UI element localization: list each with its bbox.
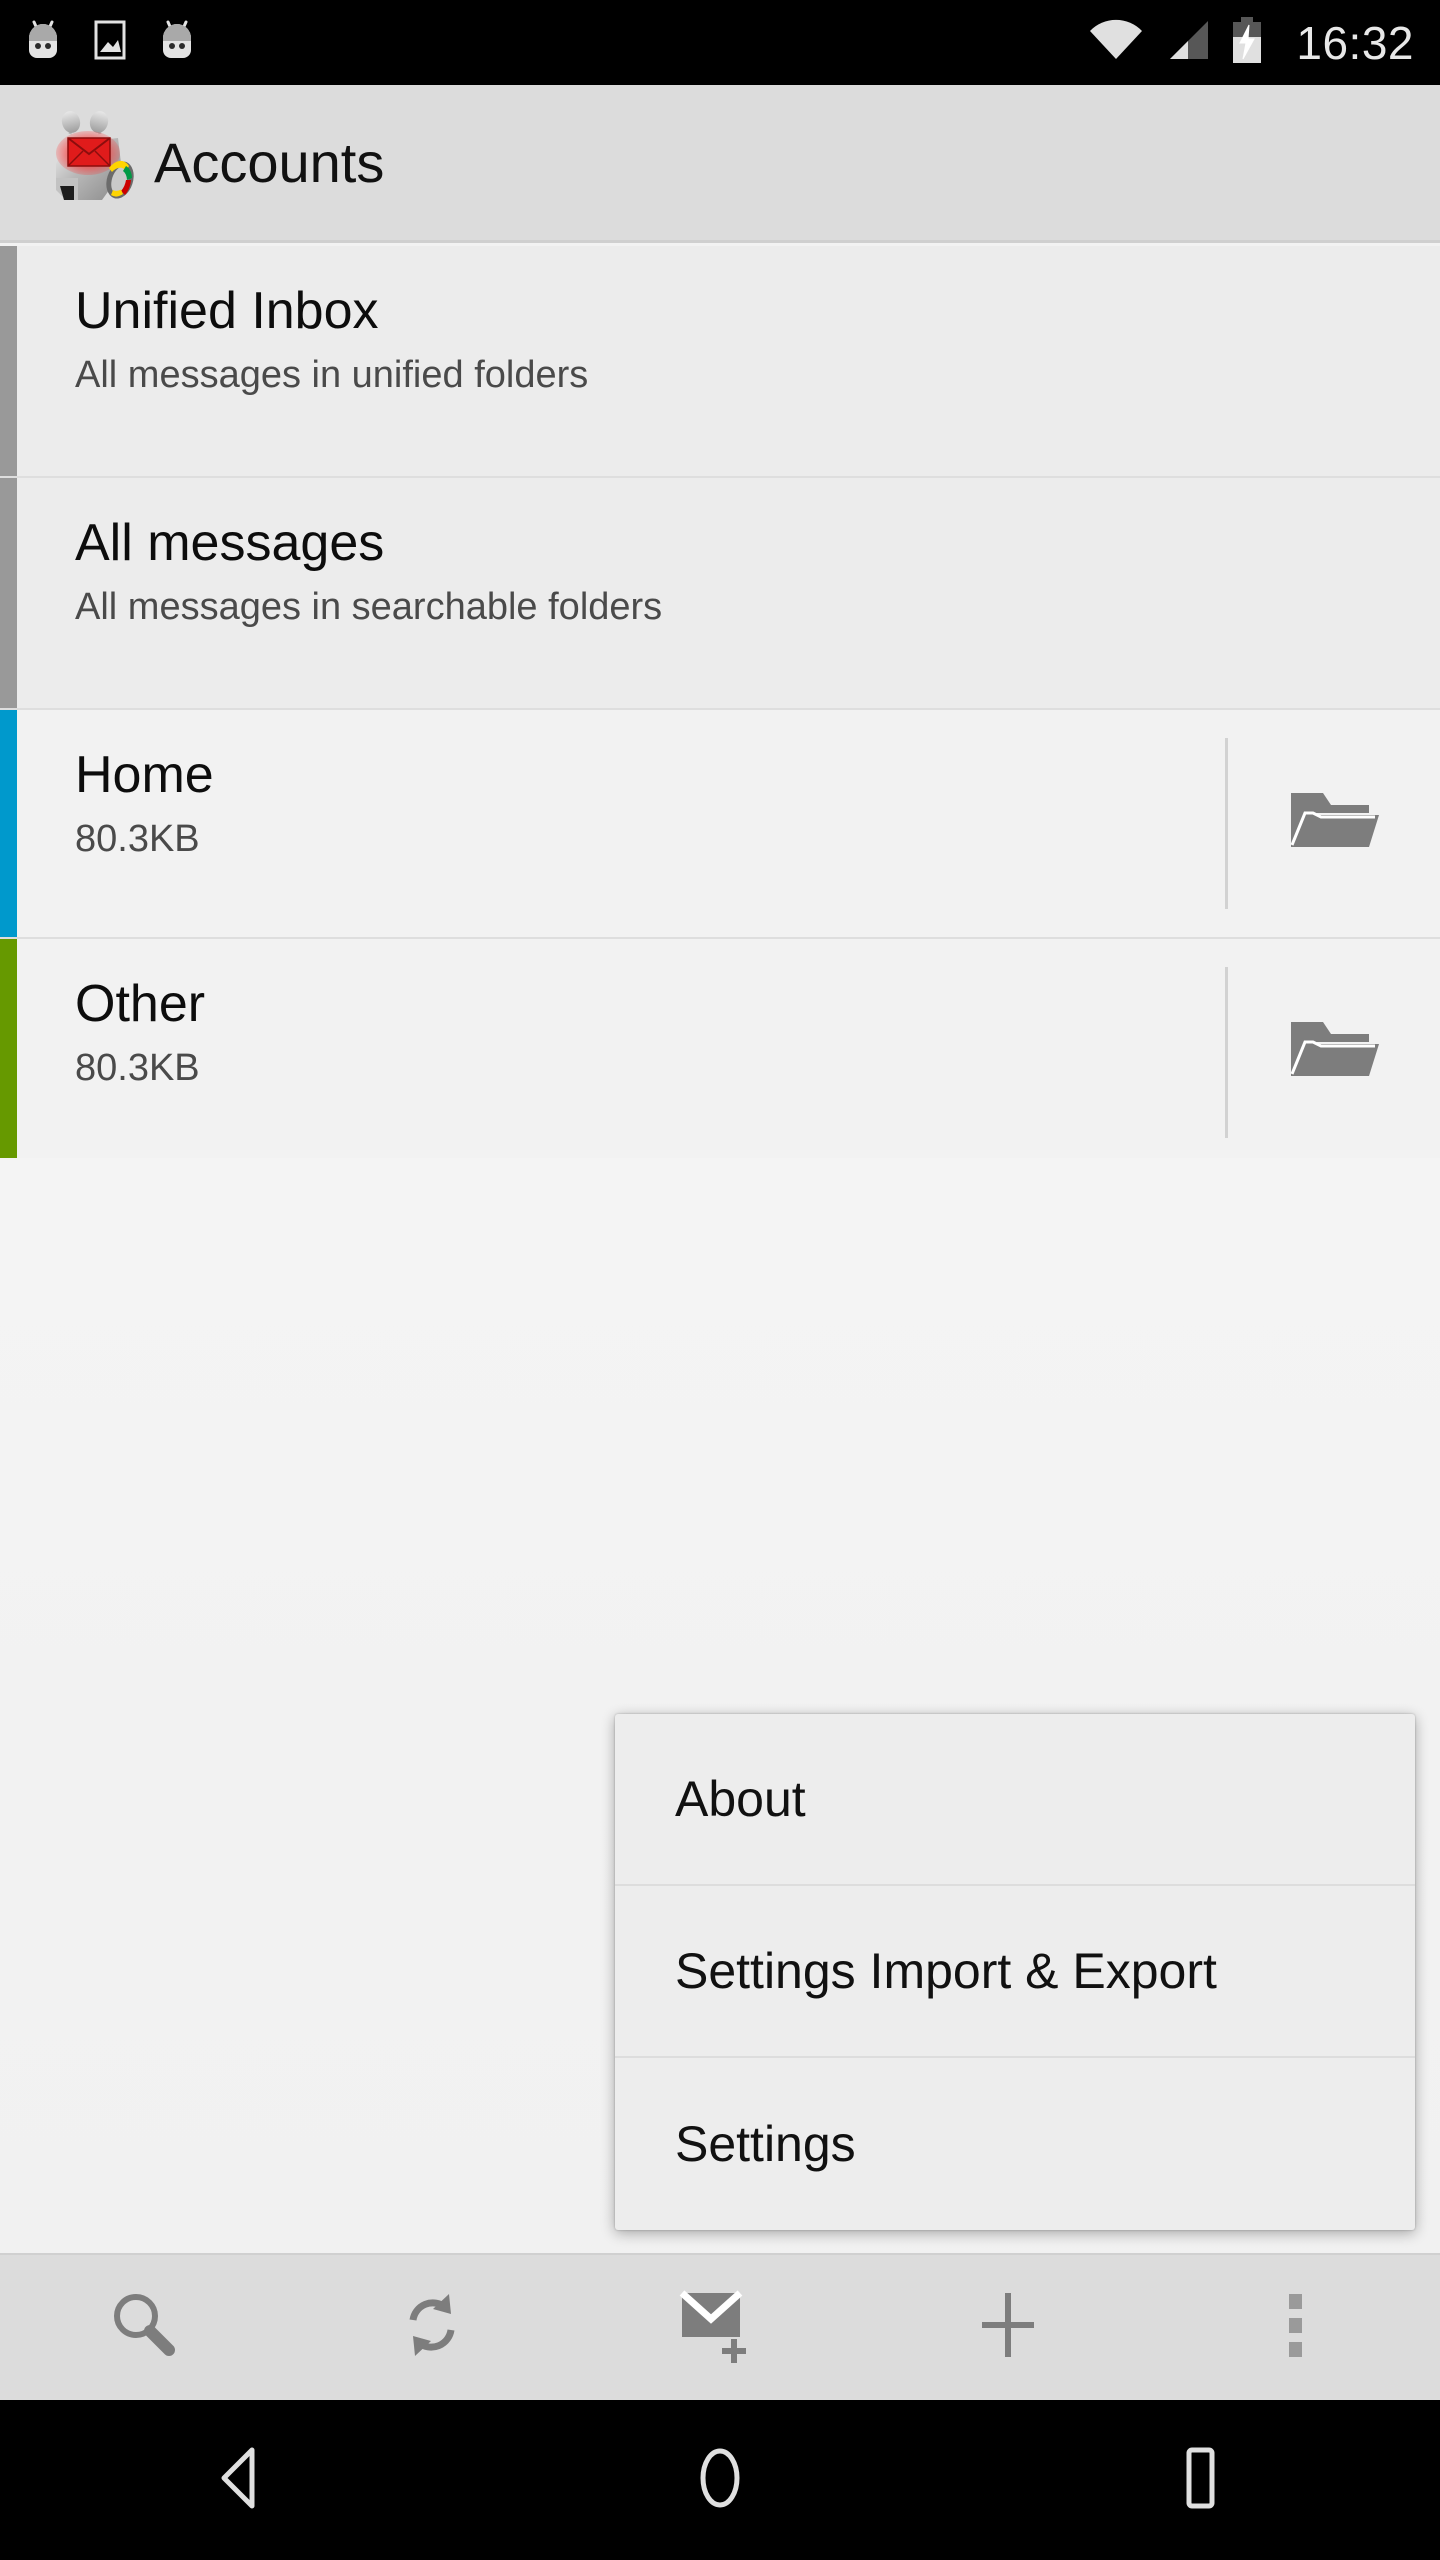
- wifi-icon: [1088, 17, 1144, 68]
- nav-back-button[interactable]: [0, 2444, 480, 2517]
- android-head-icon: [22, 16, 64, 69]
- overflow-popup-menu: About Settings Import & Export Settings: [615, 1714, 1415, 2230]
- open-folders-button[interactable]: [1225, 939, 1440, 1166]
- account-name: Other: [75, 975, 206, 1033]
- cell-signal-icon: [1162, 17, 1212, 68]
- account-color-accent: [0, 939, 17, 1166]
- accounts-list: Unified Inbox All messages in unified fo…: [0, 246, 1440, 1168]
- account-color-accent: [0, 710, 17, 937]
- account-subtitle: All messages in searchable folders: [75, 586, 663, 629]
- overflow-menu-button[interactable]: [1152, 2255, 1440, 2400]
- add-account-icon: [968, 2285, 1048, 2370]
- app-header: Accounts: [0, 85, 1440, 243]
- home-icon: [688, 2444, 752, 2517]
- list-item-text: Other 80.3KB: [17, 939, 1225, 1166]
- android-head-icon: [156, 16, 198, 69]
- list-item[interactable]: Other 80.3KB: [0, 939, 1440, 1168]
- account-size: 80.3KB: [75, 818, 200, 861]
- status-bar-notification-icons: [22, 16, 198, 69]
- status-bar: 16:32: [0, 0, 1440, 85]
- list-item-text: All messages All messages in searchable …: [17, 478, 1225, 708]
- folder-icon: [1283, 781, 1383, 866]
- account-color-accent: [0, 246, 17, 476]
- recents-icon: [1168, 2444, 1232, 2517]
- android-navigation-bar: [0, 2400, 1440, 2560]
- account-subtitle: All messages in unified folders: [75, 354, 589, 397]
- nav-home-button[interactable]: [480, 2444, 960, 2517]
- overflow-menu-icon: [1284, 2286, 1308, 2369]
- account-color-accent: [0, 478, 17, 708]
- k9-mail-dog-logo: [30, 108, 140, 218]
- add-account-button[interactable]: [864, 2255, 1152, 2400]
- list-item[interactable]: Unified Inbox All messages in unified fo…: [0, 246, 1440, 478]
- account-name: All messages: [75, 514, 385, 572]
- list-item[interactable]: Home 80.3KB: [0, 710, 1440, 939]
- menu-item-settings[interactable]: Settings: [615, 2058, 1415, 2230]
- list-item-trailing: [1225, 246, 1440, 476]
- back-icon: [208, 2444, 272, 2517]
- status-bar-clock: 16:32: [1296, 16, 1414, 69]
- battery-charging-icon: [1230, 15, 1264, 70]
- phone-screen: 16:32 Accounts Unified Inbox All message…: [0, 0, 1440, 2560]
- compose-mail-icon: [674, 2283, 766, 2372]
- folder-icon: [1283, 1010, 1383, 1095]
- menu-item-about[interactable]: About: [615, 1714, 1415, 1886]
- account-name: Home: [75, 746, 214, 804]
- image-icon: [92, 16, 128, 69]
- account-size: 80.3KB: [75, 1047, 200, 1090]
- refresh-icon: [393, 2286, 471, 2369]
- list-item-text: Unified Inbox All messages in unified fo…: [17, 246, 1225, 476]
- nav-recents-button[interactable]: [960, 2444, 1440, 2517]
- page-title: Accounts: [154, 131, 385, 194]
- list-item[interactable]: All messages All messages in searchable …: [0, 478, 1440, 710]
- status-bar-system-icons: 16:32: [1088, 15, 1414, 70]
- compose-button[interactable]: [576, 2255, 864, 2400]
- account-name: Unified Inbox: [75, 282, 379, 340]
- bottom-toolbar: [0, 2253, 1440, 2400]
- search-button[interactable]: [0, 2255, 288, 2400]
- search-icon: [105, 2286, 183, 2369]
- list-item-trailing: [1225, 478, 1440, 708]
- list-item-text: Home 80.3KB: [17, 710, 1225, 937]
- divider: [1225, 967, 1228, 1138]
- refresh-button[interactable]: [288, 2255, 576, 2400]
- divider: [1225, 738, 1228, 909]
- open-folders-button[interactable]: [1225, 710, 1440, 937]
- menu-item-settings-import-export[interactable]: Settings Import & Export: [615, 1886, 1415, 2058]
